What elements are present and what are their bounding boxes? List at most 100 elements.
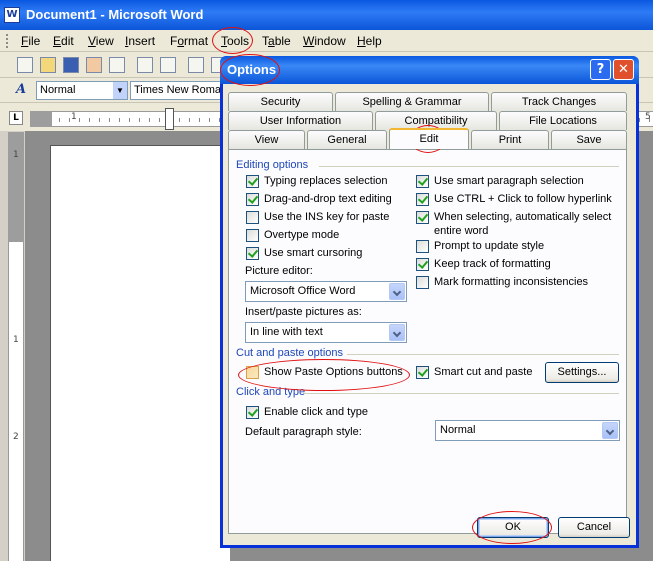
menu-tools[interactable]: Tools xyxy=(221,34,249,48)
checkbox-label: Keep track of formatting xyxy=(434,258,551,270)
chevron-down-icon[interactable] xyxy=(389,324,405,341)
menu-bar: File Edit View Insert Format Tools Table… xyxy=(0,30,653,52)
indent-marker[interactable] xyxy=(165,108,174,130)
checkbox-label: Show Paste Options buttons xyxy=(264,366,403,378)
group-divider xyxy=(347,354,619,355)
save-icon[interactable] xyxy=(63,57,79,73)
tab-track-changes[interactable]: Track Changes xyxy=(491,92,627,111)
picture-editor-label: Picture editor: xyxy=(245,265,313,277)
ruler-number: 5 xyxy=(645,112,651,122)
word-app-icon[interactable]: W xyxy=(4,7,20,23)
vruler-number: 1 xyxy=(13,150,19,160)
vertical-ruler-margin xyxy=(8,132,24,242)
insert-paste-label: Insert/paste pictures as: xyxy=(245,306,362,318)
open-folder-icon[interactable] xyxy=(40,57,56,73)
checkbox-box[interactable] xyxy=(416,193,429,206)
tab-user-information[interactable]: User Information xyxy=(228,111,373,130)
checkbox-box[interactable] xyxy=(246,406,259,419)
styles-pane-icon[interactable]: A xyxy=(16,82,26,97)
default-paragraph-style-value: Normal xyxy=(440,424,476,436)
checkbox-box[interactable] xyxy=(416,211,429,224)
checkbox-box[interactable] xyxy=(246,229,259,242)
help-button[interactable]: ? xyxy=(590,59,611,80)
close-button[interactable]: ✕ xyxy=(613,59,634,80)
checkbox-label: Overtype mode xyxy=(264,229,340,241)
checkbox-label: Use smart cursoring xyxy=(264,247,363,259)
spelling-icon[interactable] xyxy=(188,57,204,73)
style-combo[interactable]: Normal ▼ xyxy=(36,81,128,100)
ok-button[interactable]: OK xyxy=(477,517,549,538)
dialog-title: Options xyxy=(227,62,277,77)
tab-spelling-grammar[interactable]: Spelling & Grammar xyxy=(335,92,489,111)
font-combo-value: Times New Roman xyxy=(134,84,224,96)
menu-edit[interactable]: Edit xyxy=(53,34,74,48)
email-icon[interactable] xyxy=(109,57,125,73)
checkbox-box[interactable] xyxy=(246,175,259,188)
ruler-margin xyxy=(30,111,52,127)
tab-file-locations[interactable]: File Locations xyxy=(499,111,627,130)
tab-security[interactable]: Security xyxy=(228,92,333,111)
menu-help[interactable]: Help xyxy=(357,34,382,48)
new-document-icon[interactable] xyxy=(17,57,33,73)
checkbox-box[interactable] xyxy=(416,240,429,253)
checkbox-label: Use the INS key for paste xyxy=(264,211,390,223)
checkbox-label-line2: entire word xyxy=(434,225,489,237)
checkbox-box[interactable] xyxy=(416,258,429,271)
default-paragraph-style-label: Default paragraph style: xyxy=(245,426,362,438)
style-combo-value: Normal xyxy=(40,84,76,96)
checkbox-box[interactable] xyxy=(416,366,429,379)
word-window-title: Document1 - Microsoft Word xyxy=(26,7,204,22)
vruler-number: 1 xyxy=(13,335,19,345)
ruler-number: 1 xyxy=(71,112,77,122)
checkbox-box[interactable] xyxy=(246,211,259,224)
checkbox-label: Prompt to update style xyxy=(434,240,545,252)
checkbox-label: When selecting, automatically select xyxy=(434,211,612,223)
picture-editor-select[interactable]: Microsoft Office Word xyxy=(245,281,407,302)
settings-button[interactable]: Settings... xyxy=(545,362,619,383)
checkbox-box[interactable] xyxy=(416,175,429,188)
permission-icon[interactable] xyxy=(86,57,102,73)
chevron-down-icon[interactable] xyxy=(602,422,618,439)
chevron-down-icon: ▼ xyxy=(113,82,127,99)
picture-editor-value: Microsoft Office Word xyxy=(250,285,356,297)
print-icon[interactable] xyxy=(137,57,153,73)
checkbox-box[interactable] xyxy=(246,193,259,206)
checkbox-box[interactable] xyxy=(246,247,259,260)
menu-file[interactable]: File xyxy=(21,34,40,48)
checkbox-label: Use CTRL + Click to follow hyperlink xyxy=(434,193,612,205)
menu-insert[interactable]: Insert xyxy=(125,34,155,48)
tab-print[interactable]: Print xyxy=(471,130,549,149)
word-title-bar: W Document1 - Microsoft Word xyxy=(0,0,653,30)
checkbox-label: Use smart paragraph selection xyxy=(434,175,584,187)
tab-edit[interactable]: Edit xyxy=(389,128,469,149)
menubar-grip[interactable] xyxy=(6,34,9,48)
checkbox-box[interactable] xyxy=(246,366,259,379)
menu-format[interactable]: Format xyxy=(170,34,208,48)
cancel-button[interactable]: Cancel xyxy=(558,517,630,538)
print-preview-icon[interactable] xyxy=(160,57,176,73)
insert-paste-select[interactable]: In line with text xyxy=(245,322,407,343)
checkbox-label: Mark formatting inconsistencies xyxy=(434,276,589,288)
checkbox-label: Smart cut and paste xyxy=(434,366,533,378)
tab-general[interactable]: General xyxy=(307,130,387,149)
close-icon: ✕ xyxy=(618,62,629,77)
group-divider xyxy=(319,166,619,167)
checkbox-box[interactable] xyxy=(416,276,429,289)
dialog-title-bar[interactable]: Options ? ✕ xyxy=(220,56,639,84)
default-paragraph-style-select[interactable]: Normal xyxy=(435,420,620,441)
help-icon: ? xyxy=(596,62,605,77)
chevron-down-icon[interactable] xyxy=(389,283,405,300)
font-combo[interactable]: Times New Roman xyxy=(130,81,224,100)
group-divider xyxy=(304,393,619,394)
tab-save[interactable]: Save xyxy=(551,130,627,149)
tab-stop-selector[interactable]: L xyxy=(9,111,23,125)
document-page[interactable] xyxy=(50,145,230,561)
menu-view[interactable]: View xyxy=(88,34,114,48)
menu-window[interactable]: Window xyxy=(303,34,346,48)
menu-table[interactable]: Table xyxy=(262,34,291,48)
checkbox-label: Enable click and type xyxy=(264,406,368,418)
cut-paste-options-label: Cut and paste options xyxy=(236,347,344,359)
editing-options-label: Editing options xyxy=(236,159,309,171)
tab-view[interactable]: View xyxy=(228,130,305,149)
vruler-number: 2 xyxy=(13,432,19,442)
